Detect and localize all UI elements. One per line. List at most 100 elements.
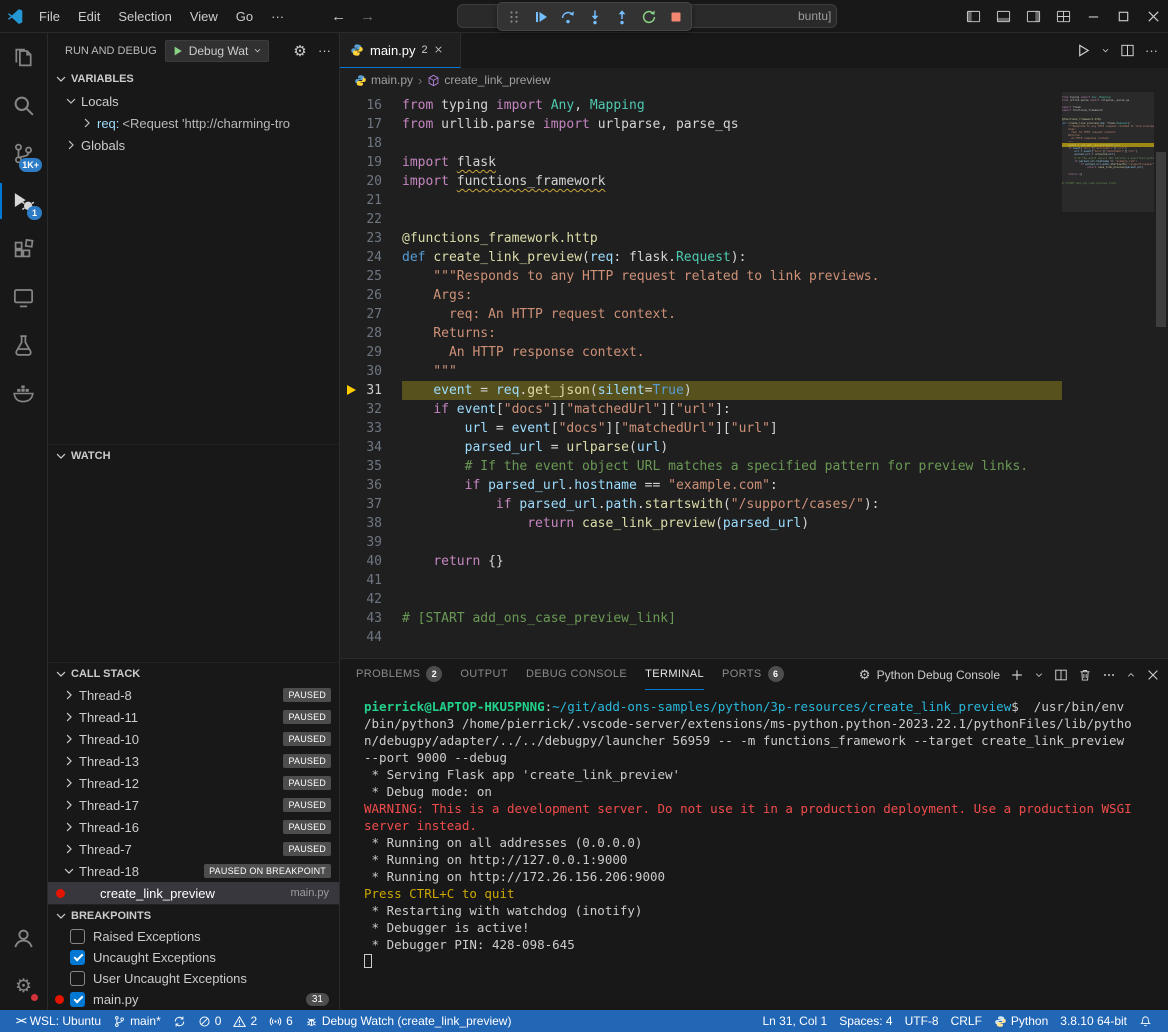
activity-source-control[interactable]: 1K+ <box>0 129 47 177</box>
line-number[interactable]: 18 <box>340 134 402 153</box>
line-number[interactable]: 29 <box>340 343 402 362</box>
breakpoint-row[interactable]: User Uncaught Exceptions <box>48 968 339 989</box>
line-number[interactable]: 37 <box>340 495 402 514</box>
maximize-button[interactable] <box>1108 0 1138 33</box>
editor-scrollbar[interactable] <box>1154 92 1168 658</box>
menu-item[interactable]: Edit <box>69 0 109 33</box>
code-editor[interactable]: 1617181920212223242526272829303132333435… <box>340 92 1168 658</box>
variables-header[interactable]: VARIABLES <box>48 68 339 90</box>
layout-sidebar-right-button[interactable] <box>1018 0 1048 33</box>
editor-more-actions-icon[interactable]: ··· <box>1145 43 1158 58</box>
terminal[interactable]: pierrick@LAPTOP-HKU5PNNG:~/git/add-ons-s… <box>340 690 1168 1010</box>
step-over-button[interactable] <box>555 4 580 29</box>
line-number[interactable]: 35 <box>340 457 402 476</box>
activity-docker[interactable] <box>0 369 47 417</box>
code-line[interactable] <box>402 191 1062 210</box>
tab-main-py[interactable]: main.py 2 <box>340 33 461 68</box>
code-line[interactable]: if parsed_url.path.startswith("/support/… <box>402 495 1062 514</box>
thread-row[interactable]: Thread-11PAUSED <box>48 706 339 728</box>
line-number[interactable]: 19 <box>340 153 402 172</box>
breakpoint-checkbox[interactable] <box>70 950 85 965</box>
line-number[interactable]: 21 <box>340 191 402 210</box>
problems-errors[interactable]: 0 <box>192 1010 228 1032</box>
thread-row[interactable]: Thread-18PAUSED ON BREAKPOINT <box>48 860 339 882</box>
forwarded-ports[interactable]: 6 <box>263 1010 299 1032</box>
variable-row[interactable]: Locals <box>48 90 339 112</box>
terminal-instance[interactable]: ⚙ Python Debug Console <box>858 668 1000 682</box>
line-number[interactable]: 39 <box>340 533 402 552</box>
panel-tab-terminal[interactable]: TERMINAL <box>645 659 704 690</box>
code-line[interactable]: parsed_url = urlparse(url) <box>402 438 1062 457</box>
line-number[interactable]: 27 <box>340 305 402 324</box>
language-mode[interactable]: Python <box>988 1010 1054 1032</box>
eol[interactable]: CRLF <box>945 1010 988 1032</box>
menu-item[interactable]: ··· <box>262 0 293 33</box>
line-number[interactable]: 20 <box>340 172 402 191</box>
run-options-chevron-icon[interactable] <box>1101 43 1110 58</box>
minimize-button[interactable] <box>1078 0 1108 33</box>
python-interpreter[interactable]: 3.8.10 64-bit <box>1054 1010 1133 1032</box>
sync-status[interactable] <box>167 1010 192 1032</box>
indentation[interactable]: Spaces: 4 <box>833 1010 898 1032</box>
line-number[interactable]: 36 <box>340 476 402 495</box>
call-stack-header[interactable]: CALL STACK <box>48 662 339 684</box>
code-line[interactable] <box>402 628 1062 647</box>
code-line[interactable] <box>402 533 1062 552</box>
thread-row[interactable]: Thread-12PAUSED <box>48 772 339 794</box>
code-line[interactable]: if event["docs"]["matchedUrl"]["url"]: <box>402 400 1062 419</box>
debug-config-picker[interactable]: Debug Wat <box>165 40 270 62</box>
line-number[interactable]: 22 <box>340 210 402 229</box>
thread-row[interactable]: Thread-16PAUSED <box>48 816 339 838</box>
variable-row[interactable]: req: <Request 'http://charming-tro <box>48 112 339 134</box>
breakpoint-row[interactable]: Raised Exceptions <box>48 926 339 947</box>
line-number[interactable]: 34 <box>340 438 402 457</box>
panel-tab-ports[interactable]: PORTS6 <box>722 659 784 690</box>
restart-button[interactable] <box>636 4 661 29</box>
activity-remote-explorer[interactable] <box>0 273 47 321</box>
menu-item[interactable]: Go <box>227 0 262 33</box>
code-line[interactable]: """ <box>402 362 1062 381</box>
tab-close-icon[interactable] <box>434 42 450 58</box>
thread-row[interactable]: Thread-7PAUSED <box>48 838 339 860</box>
code-line[interactable]: return case_link_preview(parsed_url) <box>402 514 1062 533</box>
thread-row[interactable]: Thread-10PAUSED <box>48 728 339 750</box>
line-number[interactable]: 23 <box>340 229 402 248</box>
code-line[interactable]: return {} <box>402 552 1062 571</box>
code-line[interactable]: # [START add_ons_case_preview_link] <box>402 609 1062 628</box>
code-line[interactable]: @functions_framework.http <box>402 229 1062 248</box>
line-number[interactable]: 38 <box>340 514 402 533</box>
code-line[interactable]: Args: <box>402 286 1062 305</box>
gear-icon[interactable]: ⚙ <box>292 43 308 59</box>
line-number[interactable]: 43 <box>340 609 402 628</box>
code-line[interactable] <box>402 590 1062 609</box>
back-button[interactable]: ← <box>331 8 346 25</box>
breadcrumb-item[interactable]: create_link_preview <box>427 73 550 87</box>
line-number[interactable]: 24 <box>340 248 402 267</box>
activity-debug[interactable]: 1 <box>0 177 47 225</box>
code-line[interactable] <box>402 134 1062 153</box>
panel-tab-debug-console[interactable]: DEBUG CONSOLE <box>526 659 627 690</box>
step-into-button[interactable] <box>582 4 607 29</box>
menu-item[interactable]: File <box>30 0 69 33</box>
activity-explorer[interactable] <box>0 33 47 81</box>
layout-sidebar-button[interactable] <box>958 0 988 33</box>
activity-search[interactable] <box>0 81 47 129</box>
breadcrumb-item[interactable]: main.py <box>354 73 413 87</box>
thread-row[interactable]: Thread-17PAUSED <box>48 794 339 816</box>
panel-tab-problems[interactable]: PROBLEMS2 <box>356 659 442 690</box>
gutter[interactable]: 1617181920212223242526272829303132333435… <box>340 92 402 658</box>
debug-status[interactable]: Debug Watch (create_link_preview) <box>299 1010 518 1032</box>
breakpoint-checkbox[interactable] <box>70 929 85 944</box>
step-out-button[interactable] <box>609 4 634 29</box>
add-button[interactable] <box>1010 668 1024 682</box>
layout-grid-button[interactable] <box>1048 0 1078 33</box>
breakpoint-row[interactable]: main.py31 <box>48 989 339 1010</box>
activity-settings[interactable]: ⚙ <box>0 962 47 1010</box>
chev-up-button[interactable] <box>1126 670 1136 680</box>
code-line[interactable]: # If the event object URL matches a spec… <box>402 457 1062 476</box>
code-line[interactable]: from urllib.parse import urlparse, parse… <box>402 115 1062 134</box>
close-button[interactable] <box>1138 0 1168 33</box>
menu-item[interactable]: Selection <box>109 0 180 33</box>
chev-down-button[interactable] <box>1034 670 1044 680</box>
code-line[interactable] <box>402 210 1062 229</box>
